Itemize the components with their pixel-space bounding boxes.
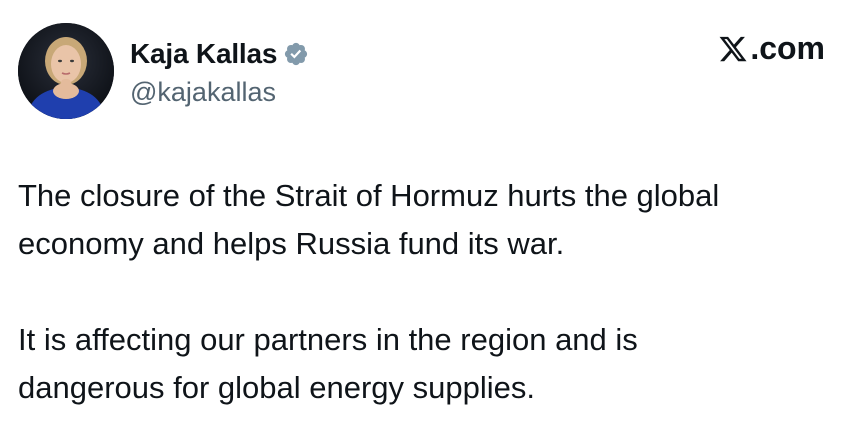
post-paragraph: It is affecting our partners in the regi… (18, 316, 848, 412)
avatar-image (18, 23, 114, 119)
post-paragraph: The closure of the Strait of Hormuz hurt… (18, 172, 848, 268)
user-handle[interactable]: @kajakallas (130, 77, 309, 108)
brand-domain-label: .com (750, 30, 825, 66)
name-row: Kaja Kallas (130, 35, 309, 73)
verified-badge-icon[interactable] (283, 41, 309, 67)
display-name[interactable]: Kaja Kallas (130, 38, 277, 70)
post-card: Kaja Kallas @kajakallas .com The closure… (0, 0, 863, 437)
post-body: The closure of the Strait of Hormuz hurt… (18, 172, 848, 412)
post-text-line: The closure of the Strait of Hormuz hurt… (18, 178, 720, 213)
post-text-line: dangerous for global energy supplies. (18, 370, 536, 405)
post-text-line: It is affecting our partners in the regi… (18, 322, 638, 357)
x-logo-icon (718, 34, 748, 64)
post-header: Kaja Kallas @kajakallas (18, 22, 309, 120)
brand-watermark: .com (718, 30, 825, 67)
post-text-line: economy and helps Russia fund its war. (18, 226, 565, 261)
avatar[interactable] (18, 23, 114, 119)
author-identity: Kaja Kallas @kajakallas (130, 35, 309, 108)
